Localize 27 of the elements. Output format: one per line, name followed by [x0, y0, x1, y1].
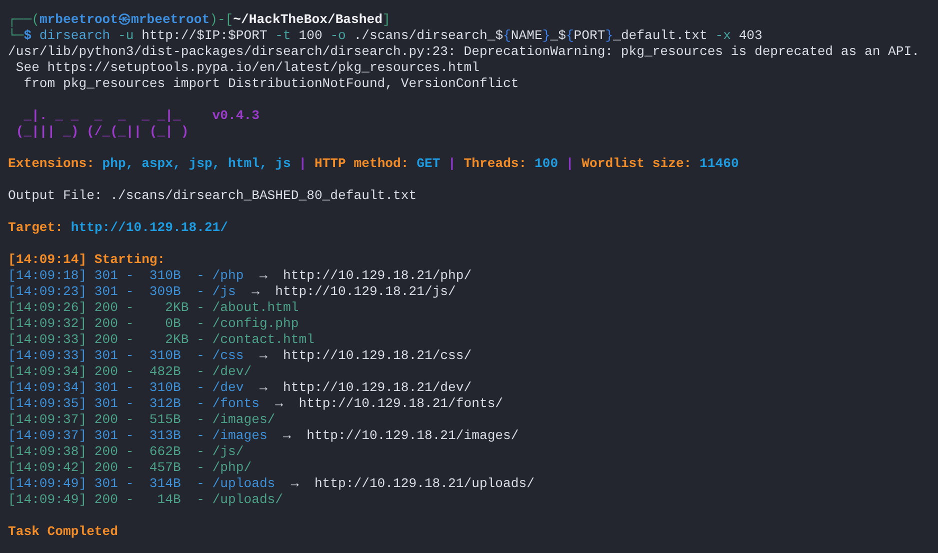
completion-text: Task Completed [8, 524, 118, 540]
result-line: [14:09:33] 301 - 310B - /css → http://10.129.18.21/css/ [8, 348, 472, 364]
result-line: [14:09:26] 200 - 2KB - /about.html [8, 300, 299, 316]
result-line: [14:09:35] 301 - 312B - /fonts → http://10.129.18.21/fonts/ [8, 396, 504, 412]
result-line: [14:09:32] 200 - 0B - /config.php [8, 316, 299, 332]
target-line: Target: http://10.129.18.21/ [8, 220, 228, 236]
result-line: [14:09:37] 200 - 515B - /images/ [8, 412, 276, 428]
scan-settings: Extensions: php, aspx, jsp, html, js | HTTP method: GET | Threads: 100 | Wordlist size: 11460 [8, 156, 739, 172]
output-file-text: Output File: ./scans/dirsearch_BASHED_80_default.txt [8, 188, 417, 204]
result-line: [14:09:18] 301 - 310B - /php → http://10.129.18.21/php/ [8, 268, 472, 284]
result-line: [14:09:42] 200 - 457B - /php/ [8, 460, 252, 476]
version-label: v0.4.3 [212, 108, 260, 124]
warning-text: See https://setuptools.pypa.io/en/latest/pkg_resources.html [14, 60, 480, 76]
warning-text: /usr/lib/python3/dist-packages/dirsearch/dirsearch.py:23: DeprecationWarning: pkg_resources is deprecated as an API. [8, 44, 920, 60]
result-line: [14:09:23] 301 - 309B - /js → http://10.129.18.21/js/ [8, 284, 456, 300]
result-line: [14:09:33] 200 - 2KB - /contact.html [8, 332, 314, 348]
result-line: [14:09:37] 301 - 313B - /images → http://10.129.18.21/images/ [8, 428, 519, 444]
result-line: [14:09:49] 301 - 314B - /uploads → http://10.129.18.21/uploads/ [8, 476, 534, 492]
ascii-art-text: _|. _ _ _ _ _ _|_ (_||| _) (/_(_|| (_| ) [14, 108, 189, 140]
result-line: [14:09:34] 200 - 482B - /dev/ [8, 364, 252, 380]
start-line: [14:09:14] Starting: [8, 252, 166, 268]
prompt-line: ┌──(mrbeetroot㉿mrbeetroot)-[~/HackTheBox/Bashed] [8, 12, 390, 28]
warning-text: from pkg_resources import DistributionNotFound, VersionConflict [22, 76, 519, 92]
result-line: [14:09:49] 200 - 14B - /uploads/ [8, 492, 284, 508]
result-line: [14:09:34] 301 - 310B - /dev → http://10.129.18.21/dev/ [8, 380, 472, 396]
result-line: [14:09:38] 200 - 662B - /js/ [8, 444, 244, 460]
command-line: └─$ dirsearch -u http://$IP:$PORT -t 100 -o ./scans/dirsearch_${NAME}_${PORT}_default.txt -x 403 [8, 28, 762, 44]
